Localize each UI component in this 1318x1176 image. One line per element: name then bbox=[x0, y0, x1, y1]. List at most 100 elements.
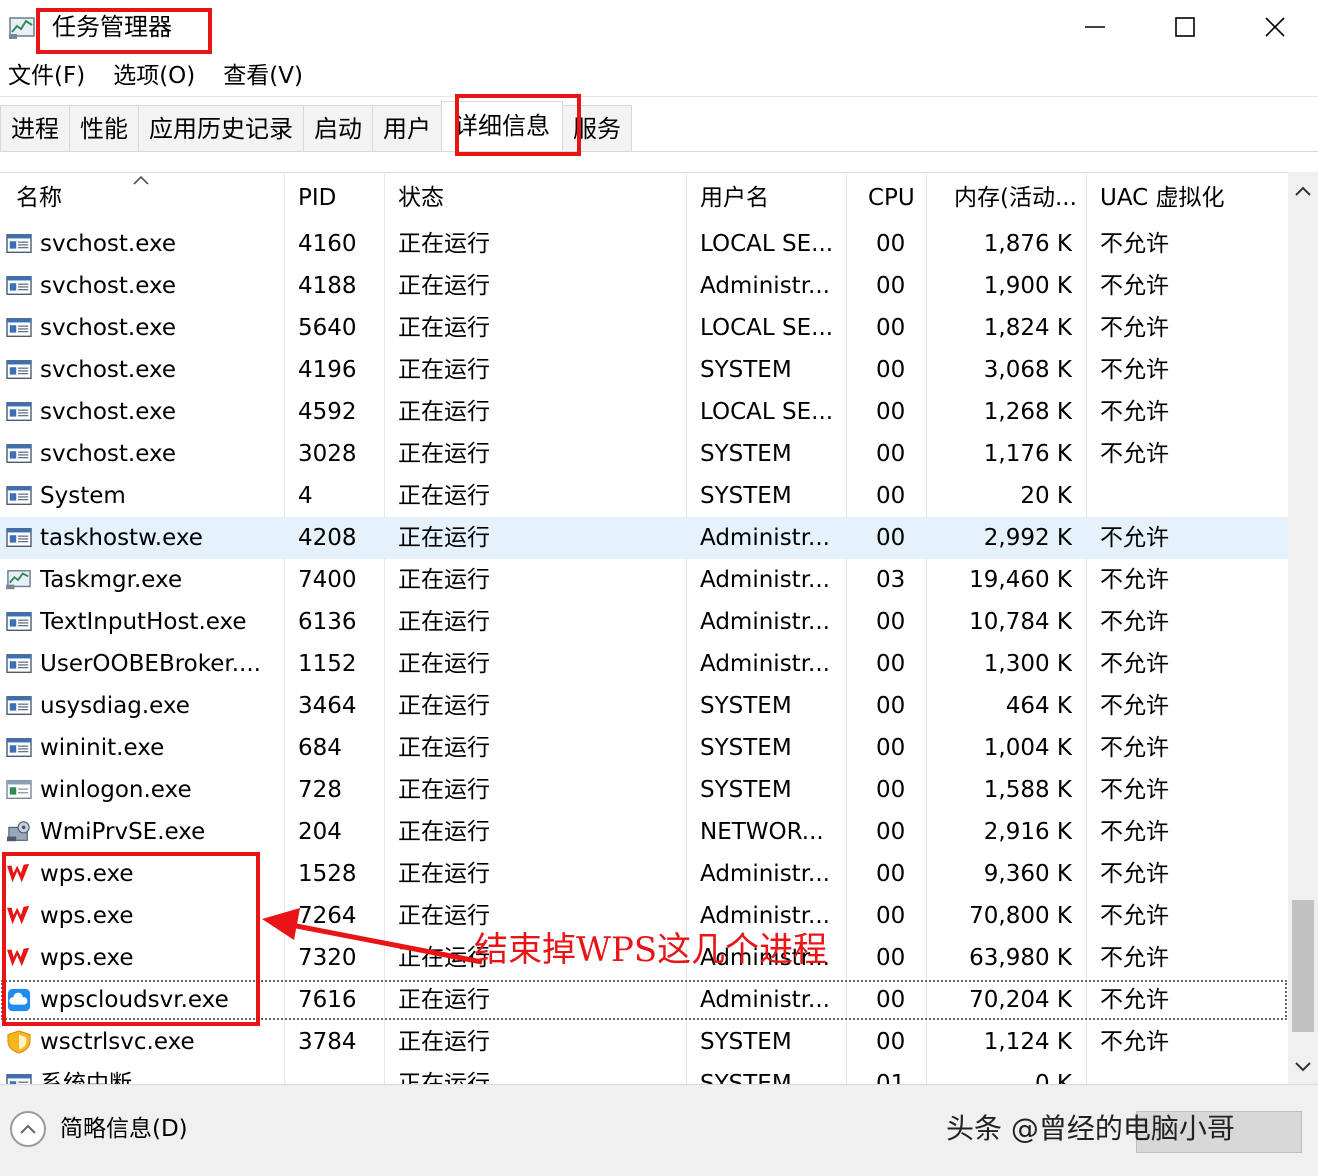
cell-status: 正在运行 bbox=[398, 861, 490, 887]
cell-memory: 1,900 K bbox=[983, 273, 1072, 299]
table-row[interactable]: wsctrlsvc.exe 3784 正在运行 SYSTEM 00 1,124 K 不允许 bbox=[0, 1021, 1288, 1063]
cell-status: 正在运行 bbox=[398, 399, 490, 425]
cell-pid: 4160 bbox=[298, 231, 357, 257]
vertical-scrollbar[interactable] bbox=[1288, 172, 1318, 1084]
menu-view[interactable]: 查看(V) bbox=[215, 56, 311, 96]
column-header-status[interactable]: 状态 bbox=[398, 173, 686, 223]
window-icon bbox=[6, 444, 32, 463]
cell-uac: 不允许 bbox=[1100, 945, 1169, 971]
cell-name: svchost.exe bbox=[40, 399, 177, 425]
cell-cpu: 03 bbox=[876, 567, 906, 593]
cell-cpu: 00 bbox=[876, 651, 906, 677]
cell-cpu: 00 bbox=[876, 1029, 906, 1055]
table-row[interactable]: wininit.exe 684 正在运行 SYSTEM 00 1,004 K 不允许 bbox=[0, 727, 1288, 769]
cell-uac: 不允许 bbox=[1100, 651, 1169, 677]
details-tab-highlight-box bbox=[455, 94, 581, 156]
menu-options[interactable]: 选项(O) bbox=[105, 56, 203, 96]
scroll-up-button[interactable] bbox=[1288, 176, 1318, 206]
table-row[interactable]: svchost.exe 4196 正在运行 SYSTEM 00 3,068 K 不允许 bbox=[0, 349, 1288, 391]
cell-uac: 不允许 bbox=[1100, 1029, 1169, 1055]
table-row[interactable]: svchost.exe 4592 正在运行 LOCAL SE... 00 1,268 K 不… bbox=[0, 391, 1288, 433]
scrollbar-thumb[interactable] bbox=[1292, 900, 1314, 1032]
cell-name: UserOOBEBroker.... bbox=[40, 651, 261, 677]
cell-memory: 1,124 K bbox=[983, 1029, 1072, 1055]
cell-cpu: 00 bbox=[876, 357, 906, 383]
fewer-details-label[interactable]: 简略信息(D) bbox=[60, 1109, 188, 1149]
tab-performance[interactable]: 性能 bbox=[69, 105, 139, 151]
scroll-down-button[interactable] bbox=[1288, 1052, 1318, 1082]
cell-username: LOCAL SE... bbox=[700, 231, 834, 257]
cell-username: SYSTEM bbox=[700, 357, 792, 383]
cell-username: NETWOR... bbox=[700, 819, 824, 845]
tab-users[interactable]: 用户 bbox=[372, 105, 442, 151]
table-row[interactable]: svchost.exe 3028 正在运行 SYSTEM 00 1,176 K 不允许 bbox=[0, 433, 1288, 475]
cell-username: Administr... bbox=[700, 987, 830, 1013]
cell-cpu: 00 bbox=[876, 945, 906, 971]
winlogon-icon bbox=[6, 780, 32, 799]
chevron-down-icon bbox=[1295, 1062, 1311, 1072]
cell-pid: 3028 bbox=[298, 441, 357, 467]
table-row[interactable]: svchost.exe 4160 正在运行 LOCAL SE... 00 1,876 K 不… bbox=[0, 223, 1288, 265]
cell-uac: 不允许 bbox=[1100, 903, 1169, 929]
cell-memory: 1,876 K bbox=[983, 231, 1072, 257]
cell-username: Administr... bbox=[700, 273, 830, 299]
cell-pid: 7616 bbox=[298, 987, 357, 1013]
cell-uac: 不允许 bbox=[1100, 567, 1169, 593]
table-row[interactable]: Taskmgr.exe 7400 正在运行 Administr... 03 19,460 … bbox=[0, 559, 1288, 601]
column-header-uac[interactable]: UAC 虚拟化 bbox=[1100, 173, 1286, 223]
column-header-name[interactable]: 名称 bbox=[16, 173, 284, 223]
cell-pid: 4208 bbox=[298, 525, 357, 551]
annotation-text: 结束掉WPS这几个进程 bbox=[474, 930, 828, 970]
cell-cpu: 00 bbox=[876, 441, 906, 467]
tab-bar: 进程 性能 应用历史记录 启动 用户 详细信息 服务 bbox=[0, 96, 1318, 152]
table-row[interactable]: winlogon.exe 728 正在运行 SYSTEM 00 1,588 K 不允许 bbox=[0, 769, 1288, 811]
cell-name: WmiPrvSE.exe bbox=[40, 819, 206, 845]
cell-memory: 9,360 K bbox=[983, 861, 1072, 887]
table-row[interactable]: taskhostw.exe 4208 正在运行 Administr... 00 2,992… bbox=[0, 517, 1288, 559]
window-icon bbox=[6, 360, 32, 379]
menu-file[interactable]: 文件(F) bbox=[0, 56, 93, 96]
cell-status: 正在运行 bbox=[398, 567, 490, 593]
cell-name: wininit.exe bbox=[40, 735, 165, 761]
fewer-details-button[interactable] bbox=[10, 1111, 46, 1147]
cell-pid: 204 bbox=[298, 819, 342, 845]
cell-name: taskhostw.exe bbox=[40, 525, 203, 551]
tab-processes[interactable]: 进程 bbox=[0, 105, 70, 151]
cell-pid bbox=[298, 1063, 382, 1084]
table-row[interactable]: WmiPrvSE.exe 204 正在运行 NETWOR... 00 2,916 K 不允许 bbox=[0, 811, 1288, 853]
cell-uac: 不允许 bbox=[1100, 819, 1169, 845]
maximize-button[interactable] bbox=[1140, 0, 1230, 54]
cell-cpu: 00 bbox=[876, 819, 906, 845]
cell-memory: 464 K bbox=[1005, 693, 1072, 719]
table-row[interactable]: UserOOBEBroker.... 1152 正在运行 Administr... 00… bbox=[0, 643, 1288, 685]
table-row[interactable]: svchost.exe 4188 正在运行 Administr... 00 1,900 K… bbox=[0, 265, 1288, 307]
table-row[interactable]: TextInputHost.exe 6136 正在运行 Administr... 00 1… bbox=[0, 601, 1288, 643]
table-row[interactable]: usysdiag.exe 3464 正在运行 SYSTEM 00 464 K 不允许 bbox=[0, 685, 1288, 727]
tab-startup[interactable]: 启动 bbox=[303, 105, 373, 151]
column-header-pid[interactable]: PID bbox=[298, 173, 384, 223]
cell-name: svchost.exe bbox=[40, 315, 177, 341]
cell-pid: 4196 bbox=[298, 357, 357, 383]
window-icon bbox=[6, 738, 32, 757]
table-row[interactable]: System 4 正在运行 SYSTEM 00 20 K bbox=[0, 475, 1288, 517]
column-header-username[interactable]: 用户名 bbox=[700, 173, 846, 223]
minimize-icon bbox=[1085, 26, 1105, 28]
close-button[interactable] bbox=[1230, 0, 1318, 54]
cell-name: Taskmgr.exe bbox=[40, 567, 183, 593]
cell-cpu: 00 bbox=[876, 315, 906, 341]
minimize-button[interactable] bbox=[1050, 0, 1140, 54]
cell-memory: 1,300 K bbox=[983, 651, 1072, 677]
cell-pid: 3784 bbox=[298, 1029, 357, 1055]
tab-app-history[interactable]: 应用历史记录 bbox=[138, 105, 304, 151]
close-icon bbox=[1265, 17, 1285, 37]
cell-username: Administr... bbox=[700, 567, 830, 593]
cell-status: 正在运行 bbox=[398, 777, 490, 803]
column-header-cpu[interactable]: CPU bbox=[868, 173, 926, 223]
table-row[interactable]: svchost.exe 5640 正在运行 LOCAL SE... 00 1,824 K 不… bbox=[0, 307, 1288, 349]
annotation-arrow-icon bbox=[262, 908, 483, 965]
table-row[interactable]: 系统中断 正在运行 SYSTEM 01 0 K bbox=[0, 1063, 1288, 1084]
column-header-memory[interactable]: 内存(活动... bbox=[954, 173, 1086, 223]
cell-status: 正在运行 bbox=[398, 315, 490, 341]
cell-name: wsctrlsvc.exe bbox=[40, 1029, 195, 1055]
cell-cpu: 00 bbox=[876, 525, 906, 551]
